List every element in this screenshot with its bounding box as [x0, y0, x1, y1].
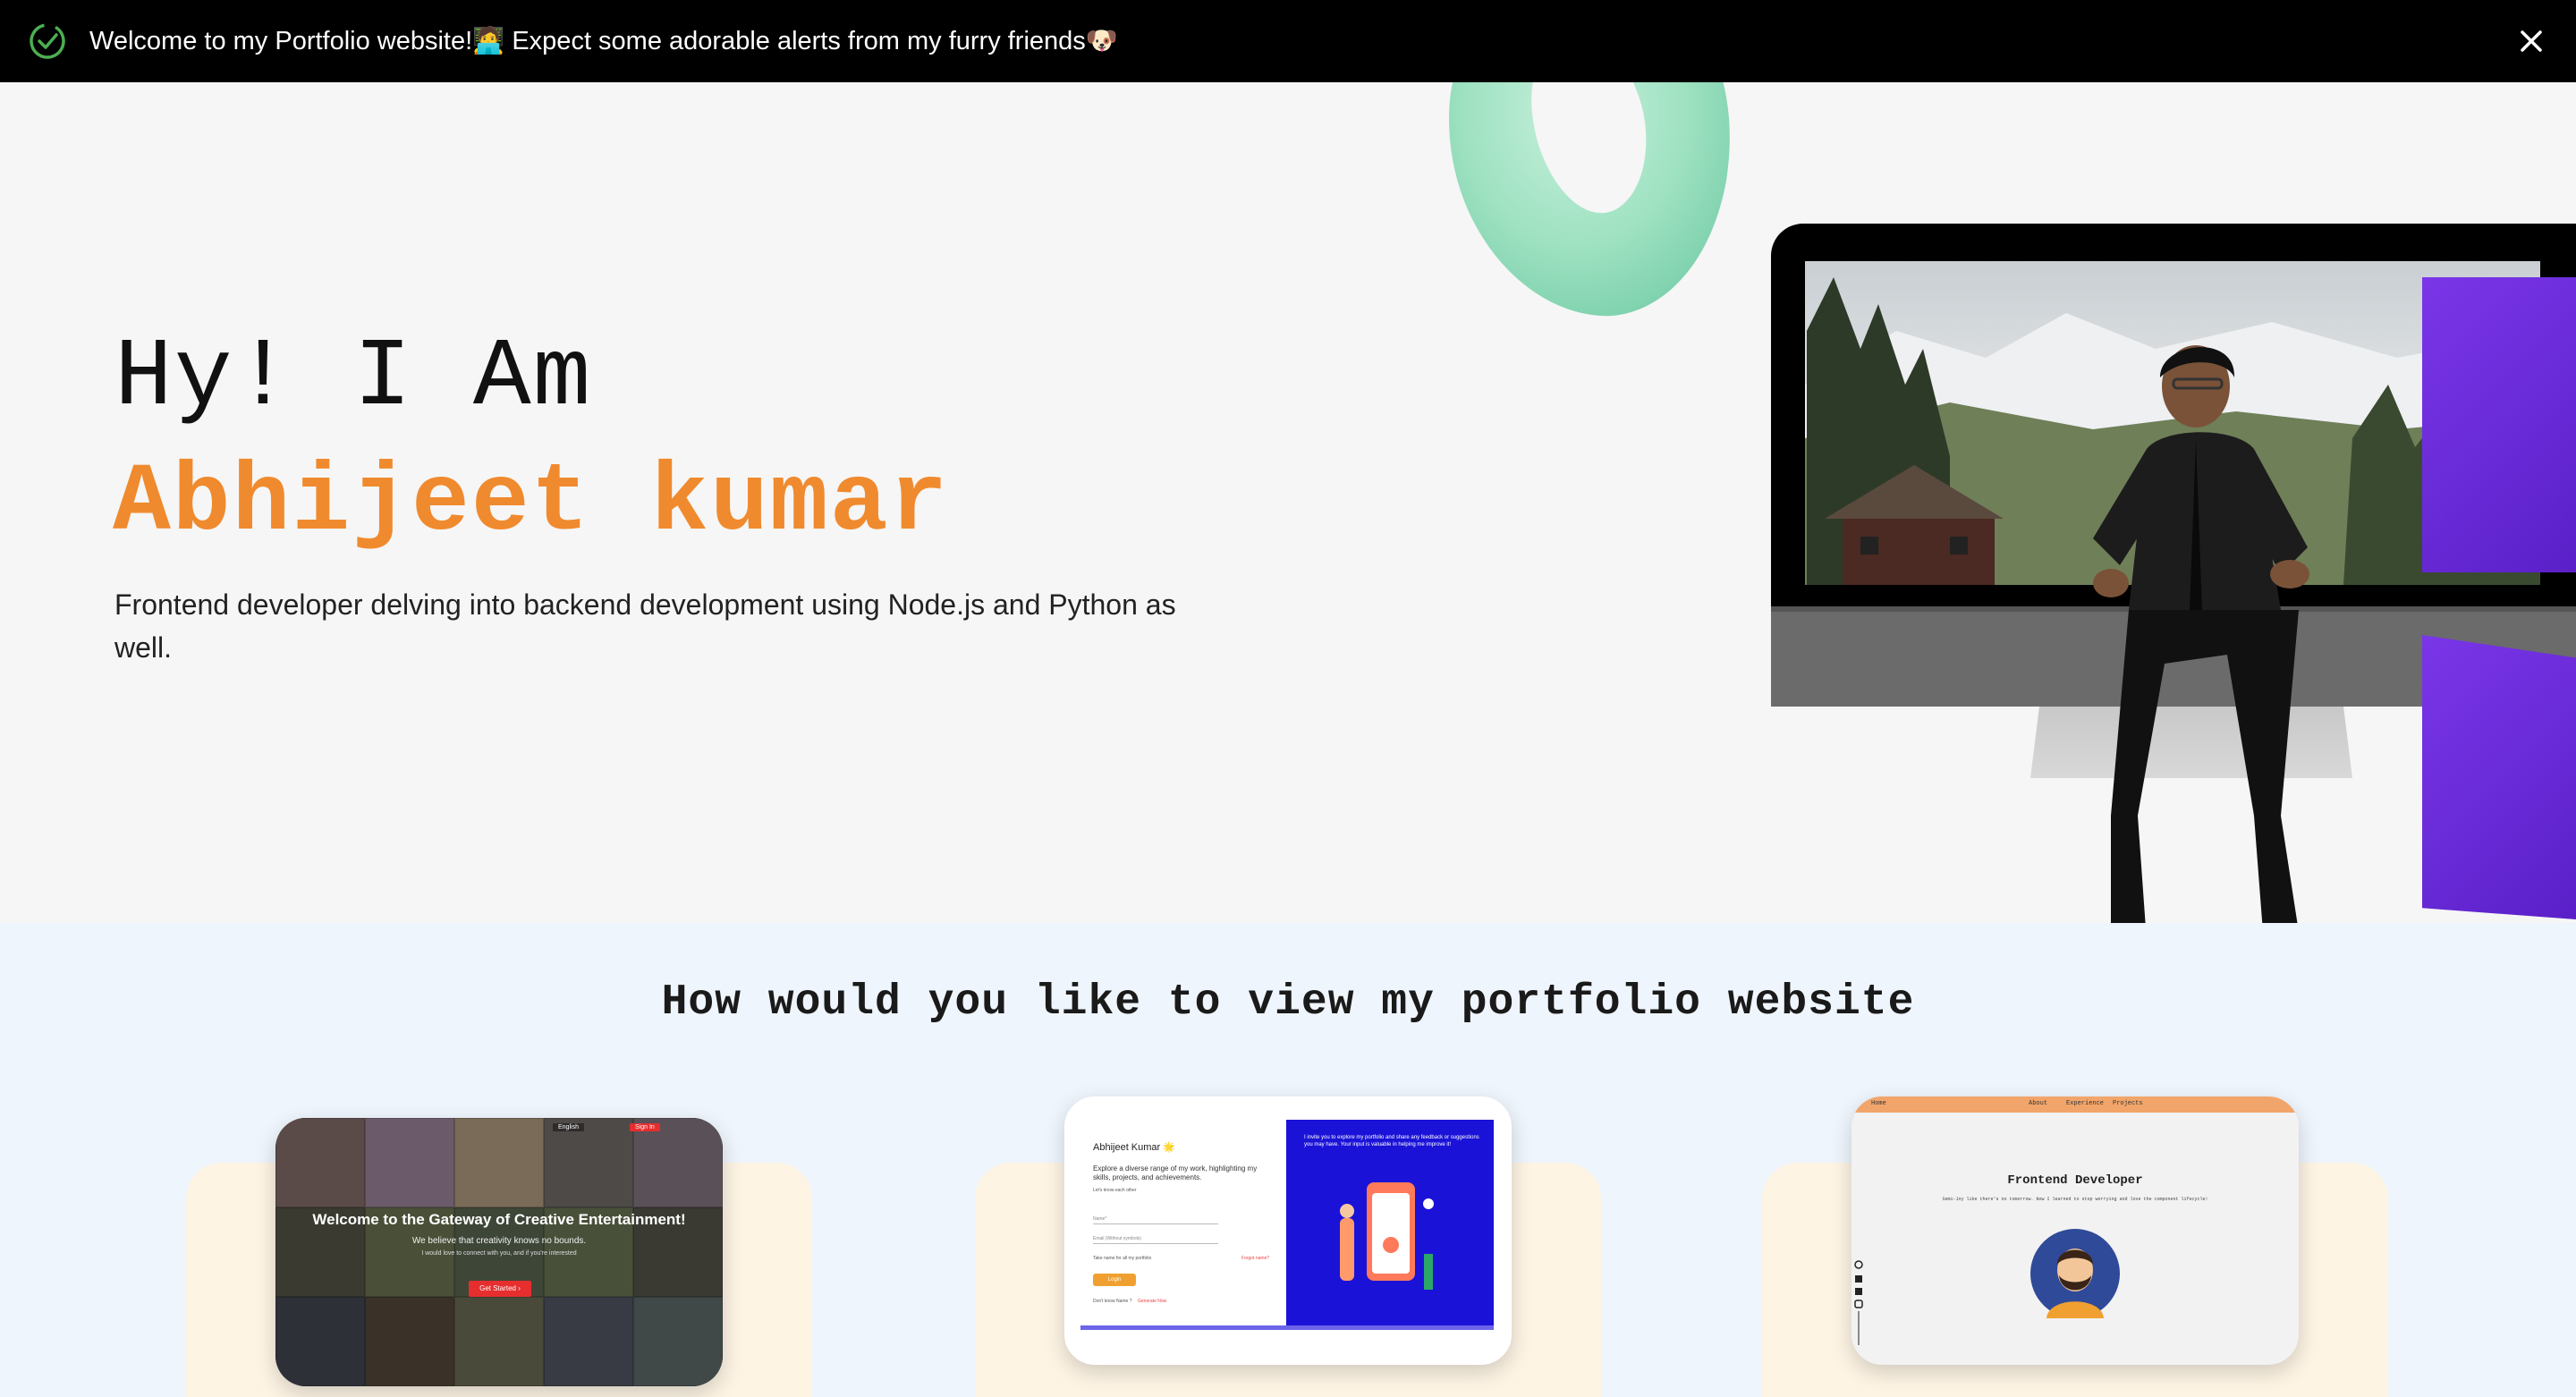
option-preview-form[interactable]: Abhijeet Kumar 🌟 Explore a diverse range…	[1064, 1096, 1512, 1365]
signin-button: Sign In	[630, 1123, 660, 1131]
close-icon[interactable]	[2513, 23, 2549, 59]
preview-title: Welcome to the Gateway of Creative Enter…	[312, 1211, 686, 1228]
login-button: Login	[1093, 1274, 1136, 1286]
forgot-link: Forgot name?	[1241, 1256, 1270, 1261]
nav-experience: Experience	[2066, 1100, 2105, 1107]
developer-avatar	[2030, 1229, 2120, 1318]
email-field: Email (Without symbols)	[1093, 1236, 1218, 1244]
preview-name: Abhijeet Kumar 🌟	[1093, 1142, 1175, 1153]
nav-home: Home	[1871, 1100, 1886, 1107]
view-options-title: How would you like to view my portfolio …	[661, 978, 1915, 1027]
welcome-toast: Welcome to my Portfolio website!🧑‍💻 Expe…	[0, 0, 2576, 82]
generate-link: Generate Now	[1138, 1299, 1167, 1304]
hero-description: Frontend developer delving into backend …	[114, 588, 1176, 664]
preview-right-text: I invite you to explore my portfolio and…	[1304, 1135, 1479, 1147]
footer-text: Don't know Name ?	[1093, 1299, 1132, 1304]
option-preview-entertainment[interactable]: English Sign In Welcome to the Gateway o…	[275, 1118, 723, 1386]
preview-navbar: Home About Experience Projects	[1852, 1096, 2299, 1113]
social-icons	[1854, 1260, 1863, 1345]
torus-decoration	[1449, 82, 1730, 317]
illustration-panel: I invite you to explore my portfolio and…	[1286, 1120, 1494, 1327]
hero-greeting: Hy! I Am	[114, 324, 593, 433]
check-circle-icon	[30, 23, 65, 59]
remember-checkbox: Take name for all my portfolio	[1093, 1256, 1152, 1261]
option-preview-developer[interactable]: Home About Experience Projects Frontend …	[1852, 1096, 2299, 1365]
preview-underline	[1080, 1325, 1494, 1330]
preview-subtitle: Semi-Joy like there's no tomorrow. Now I…	[1942, 1197, 2208, 1202]
language-select: English	[553, 1123, 584, 1131]
preview-tiny: Let's know each other	[1093, 1188, 1137, 1193]
purple-panel-top	[2422, 277, 2576, 572]
nav-projects: Projects	[2113, 1100, 2143, 1107]
preview-title: Frontend Developer	[2007, 1173, 2143, 1188]
form-panel: Abhijeet Kumar 🌟 Explore a diverse range…	[1080, 1120, 1284, 1327]
purple-panel-bottom	[2422, 635, 2576, 919]
phone-illustration	[1340, 1182, 1434, 1290]
toast-message: Welcome to my Portfolio website!🧑‍💻 Expe…	[89, 27, 1118, 55]
preview-subtitle: We believe that creativity knows no boun…	[411, 1236, 587, 1246]
preview-small-text: I would love to connect with you, and if…	[421, 1250, 577, 1257]
view-options-section: How would you like to view my portfolio …	[0, 923, 2576, 1397]
person-photo	[2093, 345, 2309, 923]
nav-about: About	[2029, 1100, 2048, 1107]
hero-name: Abhijeet kumar	[113, 449, 950, 558]
get-started-button: Get Started ›	[469, 1281, 531, 1297]
preview-text: Explore a diverse range of my work, high…	[1093, 1164, 1258, 1181]
name-field: Name*	[1093, 1216, 1218, 1224]
hero-section: Hy! I Am Abhijeet kumar Frontend develop…	[0, 82, 2576, 923]
